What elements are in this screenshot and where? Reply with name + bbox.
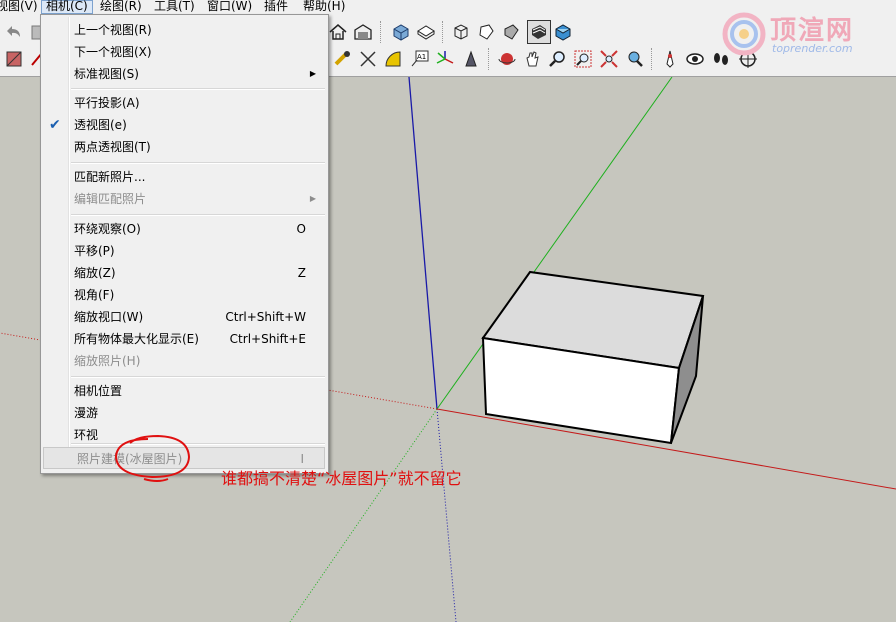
3d-text-icon[interactable] <box>460 48 482 70</box>
camera-menu-item[interactable]: 两点透视图(T) <box>41 136 326 158</box>
menu-item-label: 缩放视口(W) <box>74 310 144 324</box>
menu-item-label: 平行投影(A) <box>74 96 140 110</box>
dimension-icon[interactable] <box>357 48 379 70</box>
menubar-item[interactable]: 相机(C) <box>41 0 93 14</box>
warehouse-icon[interactable] <box>352 21 374 43</box>
annotation-text: 谁都搞不清楚“冰屋图片”就不留它 <box>221 469 462 488</box>
menubar-item[interactable]: 窗口(W) <box>203 0 256 14</box>
menu-item-label: 透视图(e) <box>74 118 127 132</box>
menubar-item[interactable]: 帮助(H) <box>299 0 349 14</box>
camera-menu-item[interactable]: 平移(P) <box>41 240 326 262</box>
blue-axis-negative <box>436 408 457 622</box>
menu-item-label: 平移(P) <box>74 244 115 258</box>
menu-item-shortcut: Z <box>297 266 306 280</box>
menu-item-shortcut: Ctrl+Shift+E <box>229 332 306 346</box>
svg-text:A1: A1 <box>417 53 426 61</box>
blue-axis <box>408 77 438 410</box>
menu-separator <box>71 376 325 378</box>
checkmark-icon: ✔ <box>49 117 61 133</box>
red-circle-annotation <box>114 434 191 482</box>
submenu-arrow-icon: ▶ <box>309 69 316 78</box>
axes-icon[interactable] <box>434 48 456 70</box>
shaded-icon[interactable] <box>527 20 551 44</box>
toolbar-separator <box>651 48 654 70</box>
menu-item-shortcut: O <box>296 222 306 236</box>
camera-menu: 上一个视图(R) 下一个视图(X) 标准视图(S) ▶ 平行投影(A) ✔ 透视图(e) 两点… <box>40 14 329 474</box>
camera-menu-item[interactable]: 所有物体最大化显示(E) Ctrl+Shift+E <box>41 328 326 350</box>
position-camera-icon[interactable] <box>659 48 681 70</box>
camera-menu-item[interactable]: 平行投影(A) <box>41 92 326 114</box>
menu-item-shortcut: Ctrl+Shift+W <box>225 310 306 324</box>
menu-item-label: 两点透视图(T) <box>74 140 151 154</box>
watermark-url: toprender.com <box>772 42 853 55</box>
camera-menu-item[interactable]: 编辑匹配照片 ▶ <box>41 188 326 210</box>
menubar-item[interactable]: 工具(T) <box>150 0 199 14</box>
camera-menu-item[interactable]: 匹配新照片... <box>41 166 326 188</box>
submenu-arrow-icon: ▶ <box>309 194 316 203</box>
hidden-line-icon[interactable] <box>500 21 522 43</box>
zoom-extents-icon[interactable] <box>598 48 620 70</box>
menu-item-label: 下一个视图(X) <box>74 45 152 59</box>
camera-menu-item[interactable]: 缩放视口(W) Ctrl+Shift+W <box>41 306 326 328</box>
look-around-icon[interactable] <box>684 48 706 70</box>
iso-view-icon[interactable] <box>390 21 412 43</box>
undo-icon[interactable] <box>3 21 25 43</box>
eraser-icon[interactable] <box>3 48 25 70</box>
menu-item-label: 上一个视图(R) <box>74 23 152 37</box>
previous-view-icon[interactable] <box>624 48 646 70</box>
menubar-item[interactable]: 绘图(R) <box>96 0 146 14</box>
menu-item-label: 相机位置 <box>74 384 123 398</box>
top-view-icon[interactable] <box>415 21 437 43</box>
camera-menu-item[interactable]: 缩放(Z) Z <box>41 262 326 284</box>
text-icon[interactable]: A1 <box>408 48 430 70</box>
camera-menu-item[interactable]: 相机位置 <box>41 380 326 402</box>
toolbar-separator <box>488 48 491 70</box>
zoom-icon[interactable] <box>547 48 569 70</box>
camera-menu-item[interactable]: 环绕观察(O) O <box>41 218 326 240</box>
xray-icon[interactable] <box>450 21 472 43</box>
camera-menu-item[interactable]: 视角(F) <box>41 284 326 306</box>
camera-menu-item[interactable]: 标准视图(S) ▶ <box>41 63 326 85</box>
menu-item-label: 漫游 <box>74 406 99 420</box>
protractor-icon[interactable] <box>383 48 405 70</box>
shaded-texture-icon[interactable] <box>552 21 574 43</box>
tape-measure-icon[interactable] <box>332 48 354 70</box>
menubar-item[interactable]: 插件 <box>260 0 292 14</box>
menubar-item[interactable]: 视图(V) <box>0 0 42 14</box>
menu-item-label: 视角(F) <box>74 288 115 302</box>
menu-separator <box>71 162 325 164</box>
logo-mark-icon <box>722 12 766 56</box>
camera-menu-item[interactable]: 下一个视图(X) <box>41 41 326 63</box>
menu-item-label: 缩放(Z) <box>74 266 116 280</box>
menu-separator <box>71 214 325 216</box>
toolbar-separator <box>380 21 383 43</box>
menu-item-label: 匹配新照片... <box>74 170 146 184</box>
home-icon[interactable] <box>327 21 349 43</box>
menu-separator <box>71 88 325 90</box>
camera-menu-item[interactable]: 漫游 <box>41 402 326 424</box>
wireframe-icon[interactable] <box>475 21 497 43</box>
orbit-icon[interactable] <box>496 48 518 70</box>
camera-menu-item[interactable]: 缩放照片(H) <box>41 350 326 372</box>
toolbar-separator <box>442 21 445 43</box>
camera-menu-item[interactable]: 上一个视图(R) <box>41 19 326 41</box>
menu-item-label: 环绕观察(O) <box>74 222 141 236</box>
zoom-window-icon[interactable] <box>572 48 594 70</box>
menu-item-label: 编辑匹配照片 <box>74 192 147 206</box>
menu-item-label: 所有物体最大化显示(E) <box>74 332 199 346</box>
watermark-logo: 顶渲网 toprender.com <box>722 10 892 62</box>
pan-icon[interactable] <box>521 48 543 70</box>
menu-item-label: 标准视图(S) <box>74 67 139 81</box>
menu-item-label: 缩放照片(H) <box>74 354 141 368</box>
camera-menu-item[interactable]: ✔ 透视图(e) <box>41 114 326 136</box>
